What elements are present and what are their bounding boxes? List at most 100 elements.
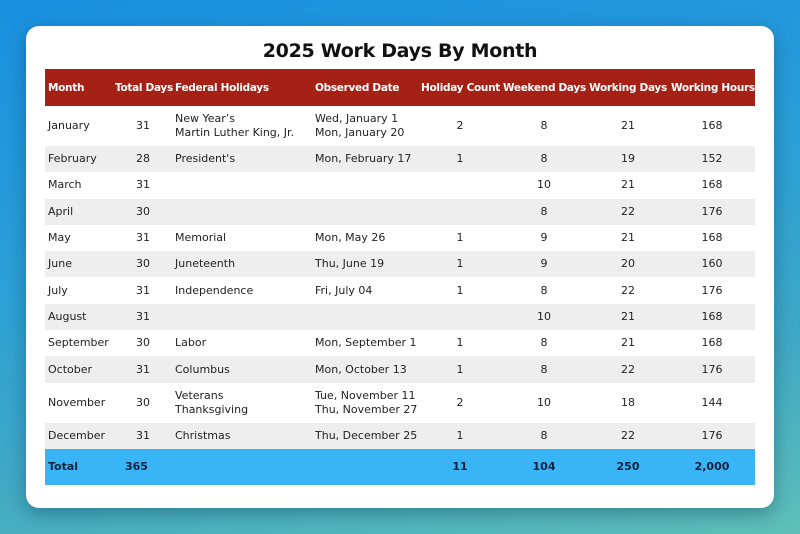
cell-month: December (48, 428, 106, 442)
cell-total-days: 31 (136, 428, 150, 442)
cell-total-days: 28 (136, 152, 150, 166)
observed-date: Mon, September 1 (315, 336, 417, 350)
observed-date: Thu, November 27 (315, 402, 418, 416)
table-row: June 30 Juneteenth Thu, June 19 1 9 20 160 (45, 251, 755, 278)
cell-working-days: 22 (621, 283, 635, 297)
holiday-name: Labor (175, 336, 207, 350)
cell-working-hours: 176 (701, 204, 723, 218)
total-federal-holidays (173, 449, 301, 485)
cell-holiday-count (419, 304, 501, 330)
holiday-name: Thanksgiving (175, 402, 249, 416)
holiday-name: New Year’s (175, 112, 236, 125)
cell-observed-date (301, 199, 419, 225)
total-working-days: 250 (616, 459, 640, 473)
total-working-hours: 2,000 (694, 459, 730, 473)
holiday-name: Juneteenth (175, 257, 236, 271)
cell-federal-holidays: New Year’s Martin Luther King, Jr. (173, 106, 301, 146)
cell-total-days: 31 (136, 119, 150, 132)
cell-weekend-days: 8 (540, 119, 548, 132)
cell-month: March (48, 178, 82, 192)
cell-working-hours: 176 (701, 283, 723, 297)
table-row: February 28 President's Mon, February 17 1 8 1… (45, 146, 755, 173)
holiday-name: President's (175, 152, 236, 166)
observed-date: Mon, January 20 (315, 126, 405, 139)
cell-month: June (48, 257, 72, 271)
cell-working-days: 22 (621, 204, 635, 218)
cell-observed-date: Tue, November 11 Thu, November 27 (301, 383, 419, 423)
cell-working-days: 21 (621, 231, 635, 245)
header-total-days: Total Days (115, 81, 173, 94)
total-observed-date (301, 449, 419, 485)
cell-weekend-days: 10 (537, 395, 551, 409)
total-weekend-days: 104 (532, 459, 556, 473)
cell-weekend-days: 9 (540, 231, 548, 245)
observed-date: Mon, May 26 (315, 231, 386, 245)
work-days-table: Month Total Days Federal Holidays Observ… (45, 69, 755, 485)
cell-month: September (48, 336, 109, 350)
cell-working-hours: 160 (701, 257, 723, 271)
cell-working-days: 21 (621, 178, 635, 192)
cell-working-hours: 152 (701, 152, 723, 166)
cell-month: April (48, 204, 74, 218)
cell-observed-date: Mon, September 1 (301, 330, 419, 356)
cell-federal-holidays: Christmas (173, 423, 301, 449)
cell-working-days: 22 (621, 428, 635, 442)
cell-working-hours: 168 (701, 119, 723, 132)
cell-working-days: 18 (621, 395, 635, 409)
cell-observed-date: Thu, June 19 (301, 251, 419, 277)
cell-federal-holidays: Independence (173, 277, 301, 303)
cell-weekend-days: 8 (540, 283, 548, 297)
cell-weekend-days: 8 (540, 336, 548, 350)
cell-month: November (48, 395, 106, 409)
table-row: November 30 Veterans Thanksgiving Tue, Novem… (45, 383, 755, 423)
cell-holiday-count: 1 (456, 428, 464, 442)
cell-month: August (48, 309, 87, 323)
cell-total-days: 31 (136, 362, 150, 376)
cell-total-days: 30 (136, 204, 150, 218)
cell-total-days: 30 (136, 257, 150, 271)
header-holiday-count: Holiday Count (421, 81, 500, 94)
cell-month: July (48, 283, 68, 297)
holiday-name: Independence (175, 283, 254, 297)
cell-working-hours: 168 (701, 231, 723, 245)
cell-holiday-count: 1 (456, 152, 464, 166)
cell-weekend-days: 10 (537, 309, 551, 323)
cell-total-days: 30 (136, 395, 150, 409)
total-holiday-count: 11 (452, 459, 468, 473)
cell-working-days: 19 (621, 152, 635, 166)
table-row: September 30 Labor Mon, September 1 1 8 21 168 (45, 330, 755, 356)
total-label: Total (48, 459, 79, 473)
cell-month: October (48, 362, 93, 376)
table-row: July 31 Independence Fri, July 04 1 8 22 176 (45, 277, 755, 303)
cell-weekend-days: 8 (540, 362, 548, 376)
cell-working-hours: 168 (701, 309, 723, 323)
observed-date: Thu, December 25 (315, 428, 418, 442)
table-row: August 31 10 21 168 (45, 303, 755, 331)
cell-total-days: 30 (136, 336, 150, 350)
holiday-name: Memorial (175, 231, 227, 245)
table-row: October 31 Columbus Mon, October 13 1 8 22 176 (45, 356, 755, 383)
table-header-row: Month Total Days Federal Holidays Observ… (45, 69, 755, 106)
cell-observed-date: Mon, May 26 (301, 225, 419, 251)
cell-observed-date (301, 304, 419, 330)
cell-working-hours: 168 (701, 178, 723, 192)
cell-working-hours: 168 (701, 336, 723, 350)
cell-working-days: 21 (621, 336, 635, 350)
table-row: January 31 New Year’s Martin Luther King, J… (45, 106, 755, 146)
cell-holiday-count: 1 (456, 362, 464, 376)
cell-federal-holidays: Veterans Thanksgiving (173, 383, 301, 423)
cell-federal-holidays: Columbus (173, 356, 301, 382)
cell-federal-holidays (173, 172, 301, 198)
cell-observed-date: Thu, December 25 (301, 423, 419, 449)
cell-month: May (48, 231, 71, 245)
cell-total-days: 31 (136, 309, 150, 323)
table-row: May 31 Memorial Mon, May 26 1 9 21 168 (45, 225, 755, 251)
cell-working-hours: 144 (701, 395, 723, 409)
header-federal-holidays: Federal Holidays (175, 81, 269, 94)
cell-federal-holidays (173, 304, 301, 330)
cell-federal-holidays: Juneteenth (173, 251, 301, 277)
holiday-name: Christmas (175, 428, 231, 442)
cell-weekend-days: 10 (537, 178, 551, 192)
cell-working-days: 20 (621, 257, 635, 271)
cell-observed-date: Mon, October 13 (301, 356, 419, 382)
